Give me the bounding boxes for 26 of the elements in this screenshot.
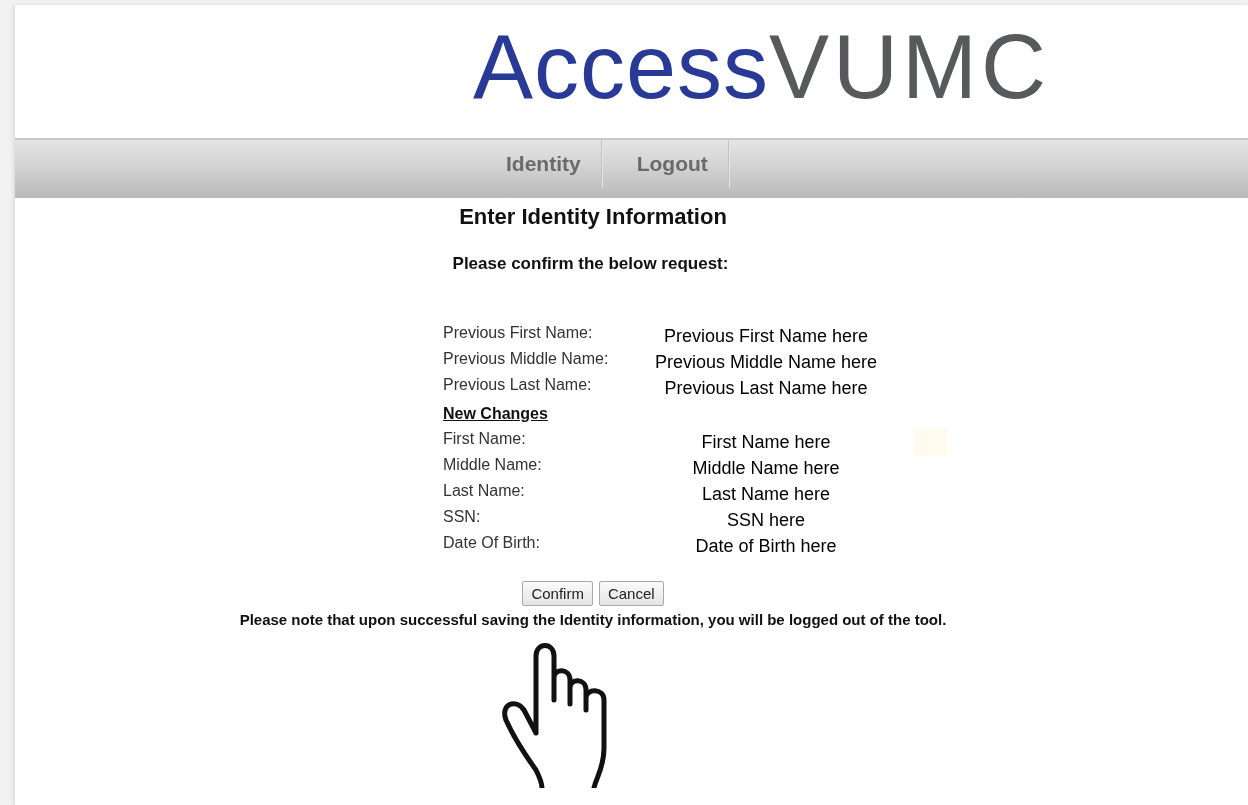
field-label: Previous First Name: — [443, 324, 594, 342]
section-heading: New Changes — [443, 405, 548, 423]
field-label: Previous Middle Name: — [443, 350, 610, 368]
field-label: Last Name: — [443, 482, 526, 500]
field-value: SSN here — [725, 509, 806, 531]
field-label: SSN: — [443, 508, 482, 526]
nav-link[interactable]: Logout — [620, 140, 724, 188]
page-title: Enter Identity Information — [459, 203, 727, 231]
field-value: Last Name here — [700, 483, 832, 505]
confirm-button[interactable]: Confirm — [522, 581, 593, 606]
field-value: Date of Birth here — [694, 535, 838, 557]
logo-first-word: Access — [473, 21, 770, 112]
nav-link[interactable]: Identity — [490, 140, 597, 188]
field-value: Previous First Name here — [662, 325, 870, 347]
field-label: Previous Last Name: — [443, 376, 593, 394]
cancel-button[interactable]: Cancel — [598, 581, 664, 606]
field-label: Date Of Birth: — [443, 534, 541, 552]
field-value: Previous Middle Name here — [653, 351, 879, 373]
field-label: Middle Name: — [443, 456, 543, 474]
field-value: Middle Name here — [691, 457, 841, 479]
note-text: Please note that upon successful saving the Identity information, you will be logged out of the tool. — [239, 611, 947, 628]
instruction-text: Please confirm the below request: — [452, 254, 729, 274]
field-value: First Name here — [700, 431, 832, 453]
logo-second-word: VUMC — [769, 21, 1051, 112]
field-value: Previous Last Name here — [663, 377, 869, 399]
field-label: First Name: — [443, 430, 527, 448]
